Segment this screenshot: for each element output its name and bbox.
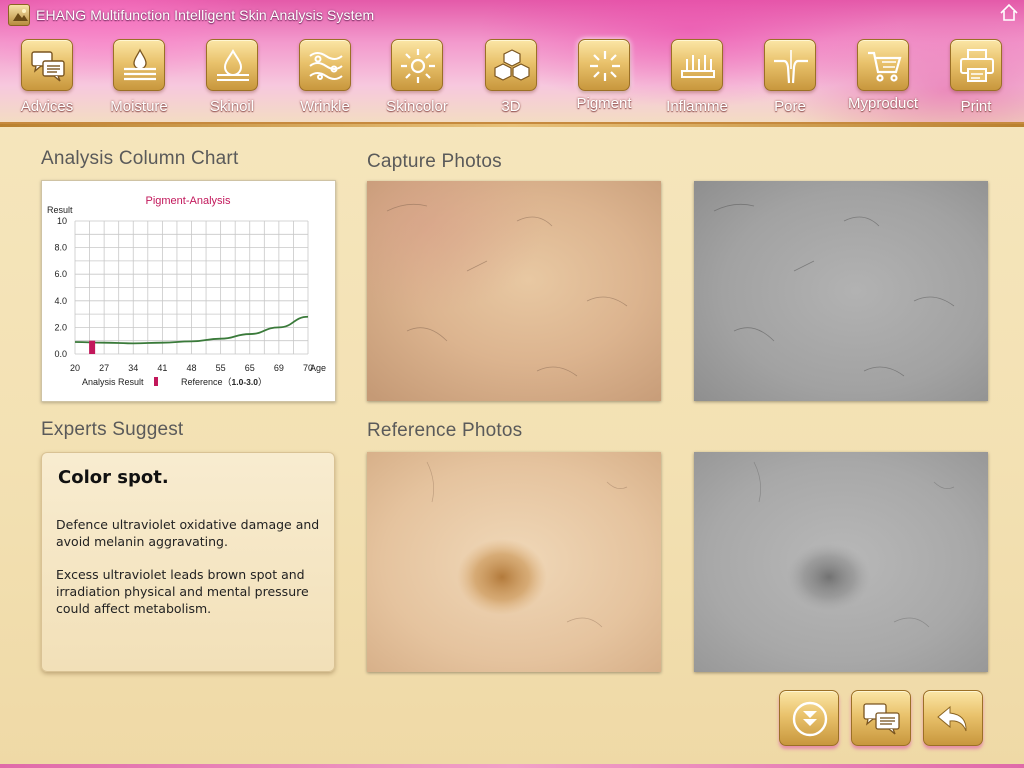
nav-label: Moisture (110, 98, 168, 115)
reference-section-title: Reference Photos (367, 420, 523, 441)
pigment-chart-svg: Pigment-Analysis Result Age 108.06.04.02… (47, 195, 326, 387)
capture-section-title: Capture Photos (367, 151, 502, 172)
nav-label: Pigment (576, 95, 632, 112)
comments-button[interactable] (851, 690, 911, 746)
printer-icon (950, 39, 1002, 91)
x-tick-label: 48 (186, 363, 196, 373)
legend-reference: Reference（1.0-3.0） (181, 377, 267, 387)
x-tick-labels: 20 27 34 41 48 55 65 69 70 (70, 363, 313, 373)
chart-title: Pigment-Analysis (146, 195, 231, 207)
legend-reference-range: 1.0-3.0 (232, 377, 259, 387)
download-button[interactable] (779, 690, 839, 746)
nav-label: Myproduct (847, 95, 919, 112)
nav-label: Skinoil (209, 98, 255, 115)
home-icon[interactable] (998, 2, 1020, 24)
bottom-accent-strip (0, 764, 1024, 768)
nav-advices[interactable]: Advices (2, 36, 92, 120)
suggest-paragraph-2: Excess ultraviolet leads brown spot and … (56, 567, 309, 616)
pore-icon (764, 39, 816, 91)
x-tick-label: 55 (216, 363, 226, 373)
chat-bubbles-icon (863, 703, 900, 735)
legend-reference-close: ） (258, 377, 267, 387)
suggest-paragraph-1: Defence ultraviolet oxidative damage and… (56, 517, 320, 549)
nav-label: Advices (20, 98, 74, 115)
app-title: EHANG Multifunction Intelligent Skin Ana… (36, 7, 375, 23)
y-tick-label: 4.0 (54, 296, 67, 306)
y-tick-label: 10 (57, 216, 67, 226)
y-tick-label: 8.0 (54, 243, 67, 253)
y-tick-label: 6.0 (54, 269, 67, 279)
nav-label: Wrinkle (300, 98, 350, 115)
experts-section-title: Experts Suggest (41, 419, 184, 440)
nav-myproduct[interactable]: Myproduct (838, 36, 928, 120)
back-button[interactable] (923, 690, 983, 746)
y-axis-label: Result (47, 205, 73, 215)
nav-label: Print (960, 98, 992, 115)
reference-photo-color[interactable] (367, 452, 661, 672)
x-tick-label: 41 (157, 363, 167, 373)
pigment-chart: Pigment-Analysis Result Age 10 8.0 6.0 4.0 2… (41, 180, 336, 402)
inflammation-icon (671, 39, 723, 91)
x-tick-label: 69 (274, 363, 284, 373)
nav-label: Skincolor (386, 98, 448, 115)
app-logo-icon (8, 4, 30, 26)
nav-pigment[interactable]: Pigment (559, 36, 649, 120)
nav-wrinkle[interactable]: Wrinkle (280, 36, 370, 120)
nav-skinoil[interactable]: Skinoil (187, 36, 277, 120)
capture-photo-grayscale[interactable] (694, 181, 988, 401)
legend-analysis-result: Analysis Result (82, 377, 144, 387)
x-tick-label: 20 (70, 363, 80, 373)
nav-label: Pore (774, 98, 806, 115)
legend-analysis-swatch (154, 377, 158, 386)
main-nav: Advices Moisture Skinoil Wrinkle Skincol… (0, 36, 1024, 120)
sparkle-icon (578, 39, 630, 91)
cart-icon (857, 39, 909, 91)
chart-section-title: Analysis Column Chart (41, 148, 239, 169)
x-tick-label: 34 (128, 363, 138, 373)
y-tick-label: 2.0 (54, 322, 67, 332)
analysis-result-bar (89, 340, 96, 354)
x-tick-label: 70 (303, 363, 313, 373)
sun-icon (391, 39, 443, 91)
legend-reference-label: Reference（ (181, 377, 232, 387)
chat-bubbles-icon (21, 39, 73, 91)
chart-grid (74, 220, 309, 355)
nav-pore[interactable]: Pore (745, 36, 835, 120)
x-tick-label: 65 (245, 363, 255, 373)
nav-label: 3D (501, 98, 521, 115)
download-arrow-icon (792, 701, 828, 737)
y-tick-label: 0.0 (54, 349, 67, 359)
water-drop-icon (113, 39, 165, 91)
nav-print[interactable]: Print (931, 36, 1021, 120)
capture-photo-color[interactable] (367, 181, 661, 401)
nav-3d[interactable]: 3D (466, 36, 556, 120)
nav-label: Inflamme (666, 98, 728, 115)
suggest-heading: Color spot. (58, 467, 169, 488)
top-banner: EHANG Multifunction Intelligent Skin Ana… (0, 0, 1024, 127)
x-tick-label: 27 (99, 363, 109, 373)
wrinkle-icon (299, 39, 351, 91)
oil-drop-icon (206, 39, 258, 91)
nav-moisture[interactable]: Moisture (94, 36, 184, 120)
cubes-icon (485, 39, 537, 91)
nav-skincolor[interactable]: Skincolor (372, 36, 462, 120)
back-arrow-icon (937, 705, 967, 732)
experts-suggest-panel: Color spot. Defence ultraviolet oxidativ… (41, 452, 335, 672)
reference-photo-grayscale[interactable] (694, 452, 988, 672)
y-tick-labels: 10 8.0 6.0 4.0 2.0 0.0 (54, 216, 67, 359)
nav-inflamme[interactable]: Inflamme (652, 36, 742, 120)
